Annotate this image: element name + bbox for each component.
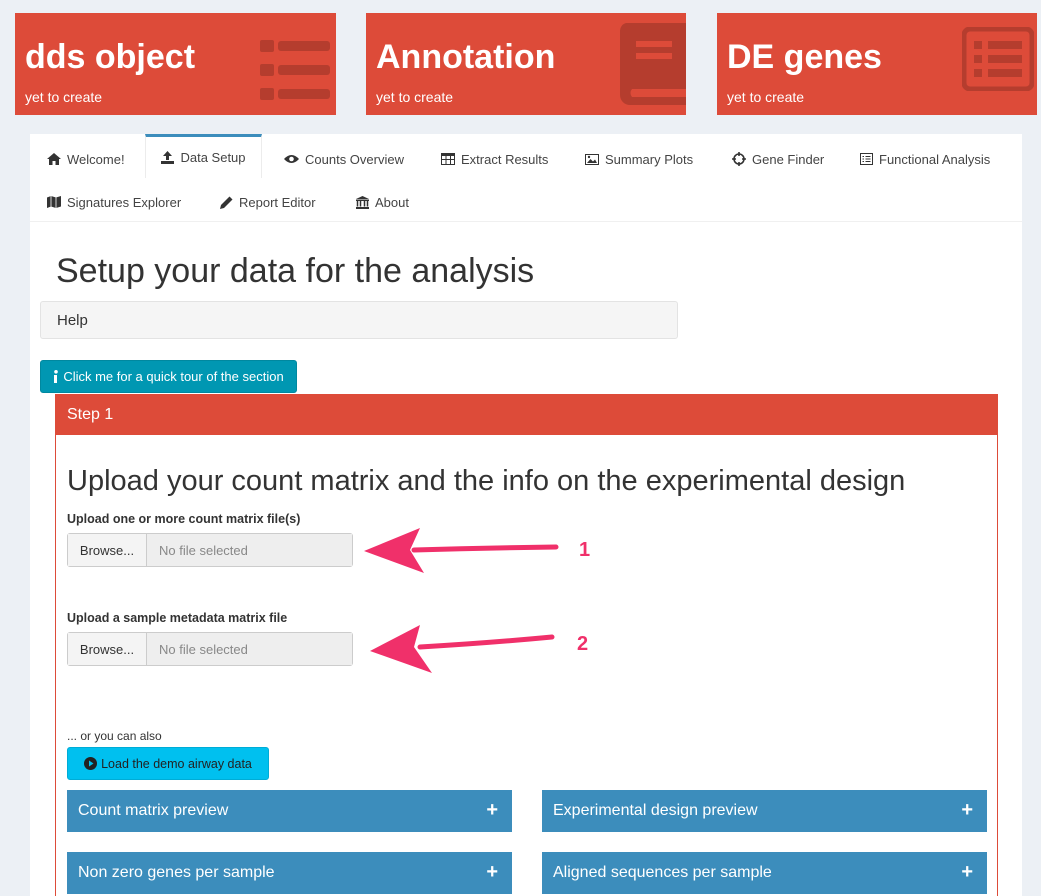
main-panel: Welcome! Data Setup Counts Overview Extr… — [30, 134, 1022, 896]
map-icon — [47, 196, 61, 208]
institution-icon — [356, 195, 369, 209]
expand-plus-icon[interactable]: + — [486, 799, 498, 822]
box-title: Aligned sequences per sample — [553, 864, 772, 881]
value-box-subtitle: yet to create — [727, 89, 805, 105]
tab-signatures-explorer[interactable]: Signatures Explorer — [47, 180, 181, 224]
list-icon — [260, 40, 330, 100]
tab-label: Gene Finder — [752, 151, 825, 167]
tab-label: Report Editor — [239, 194, 316, 210]
quick-tour-label: Click me for a quick tour of the section — [63, 369, 284, 384]
value-box-subtitle: yet to create — [376, 89, 454, 105]
or-also-text: ... or you can also — [67, 729, 162, 743]
box-title: Non zero genes per sample — [78, 864, 275, 881]
step-1-box: Step 1 Upload your count matrix and the … — [55, 394, 998, 896]
list-alt-icon — [860, 153, 873, 165]
home-icon — [47, 153, 61, 165]
expand-plus-icon[interactable]: + — [486, 861, 498, 884]
tab-label: Signatures Explorer — [67, 194, 182, 210]
tab-about[interactable]: About — [356, 180, 409, 224]
tab-summary-plots[interactable]: Summary Plots — [585, 137, 693, 181]
count-matrix-upload-label: Upload one or more count matrix file(s) — [67, 512, 301, 526]
tab-label: Functional Analysis — [879, 151, 991, 167]
tab-label: Data Setup — [180, 150, 246, 165]
metadata-upload-label: Upload a sample metadata matrix file — [67, 611, 288, 625]
non-zero-genes-box[interactable]: Non zero genes per sample + — [67, 852, 512, 894]
browse-button[interactable]: Browse... — [68, 534, 147, 566]
file-name-display: No file selected — [147, 633, 352, 665]
quick-tour-button[interactable]: Click me for a quick tour of the section — [40, 360, 297, 393]
value-box-dds-object: dds object yet to create — [15, 13, 336, 115]
tab-label: Summary Plots — [605, 151, 694, 167]
metadata-file-input[interactable]: Browse... No file selected — [67, 632, 353, 666]
crosshairs-icon — [732, 152, 746, 166]
play-circle-icon — [84, 757, 98, 770]
tab-counts-overview[interactable]: Counts Overview — [284, 137, 404, 181]
box-title: Experimental design preview — [553, 802, 758, 819]
expand-plus-icon[interactable]: + — [961, 861, 973, 884]
tab-data-setup[interactable]: Data Setup — [145, 134, 262, 178]
help-panel[interactable]: Help — [40, 301, 678, 339]
value-box-title: dds object — [25, 38, 196, 76]
tab-functional-analysis[interactable]: Functional Analysis — [860, 137, 990, 181]
experimental-design-preview-box[interactable]: Experimental design preview + — [542, 790, 987, 832]
upload-icon — [161, 151, 175, 164]
tab-welcome[interactable]: Welcome! — [47, 137, 125, 181]
pencil-icon — [220, 196, 233, 209]
book-icon — [620, 23, 686, 105]
annotation-arrow-icon — [364, 528, 559, 573]
count-matrix-file-input[interactable]: Browse... No file selected — [67, 533, 353, 567]
table-icon — [441, 153, 455, 165]
tab-extract-results[interactable]: Extract Results — [441, 137, 548, 181]
info-icon — [54, 370, 59, 383]
annotation-number: 2 — [577, 633, 589, 655]
aligned-sequences-box[interactable]: Aligned sequences per sample + — [542, 852, 987, 894]
tab-label: Extract Results — [461, 151, 549, 167]
load-demo-label: Load the demo airway data — [101, 756, 252, 771]
page-title: Setup your data for the analysis — [56, 252, 535, 290]
file-name-display: No file selected — [147, 534, 352, 566]
tab-bar: Welcome! Data Setup Counts Overview Extr… — [30, 134, 1022, 222]
value-box-subtitle: yet to create — [25, 89, 103, 105]
step-1-header: Step 1 — [56, 395, 997, 435]
annotation-number: 1 — [579, 539, 591, 561]
value-box-annotation: Annotation yet to create — [366, 13, 686, 115]
annotation-arrow-icon — [370, 625, 555, 673]
expand-plus-icon[interactable]: + — [961, 799, 973, 822]
tab-label: Counts Overview — [305, 151, 404, 167]
image-icon — [585, 153, 599, 165]
step-1-heading: Upload your count matrix and the info on… — [67, 465, 906, 497]
tab-label: Welcome! — [67, 151, 125, 167]
eye-icon — [284, 155, 299, 163]
load-demo-button[interactable]: Load the demo airway data — [67, 747, 269, 780]
tab-label: About — [375, 194, 409, 210]
count-matrix-preview-box[interactable]: Count matrix preview + — [67, 790, 512, 832]
list-alt-icon — [962, 27, 1034, 91]
tab-report-editor[interactable]: Report Editor — [220, 180, 316, 224]
browse-button[interactable]: Browse... — [68, 633, 147, 665]
box-title: Count matrix preview — [78, 802, 229, 819]
value-box-title: Annotation — [376, 38, 556, 76]
value-box-de-genes: DE genes yet to create — [717, 13, 1037, 115]
value-box-title: DE genes — [727, 38, 882, 76]
tab-gene-finder[interactable]: Gene Finder — [732, 137, 824, 181]
